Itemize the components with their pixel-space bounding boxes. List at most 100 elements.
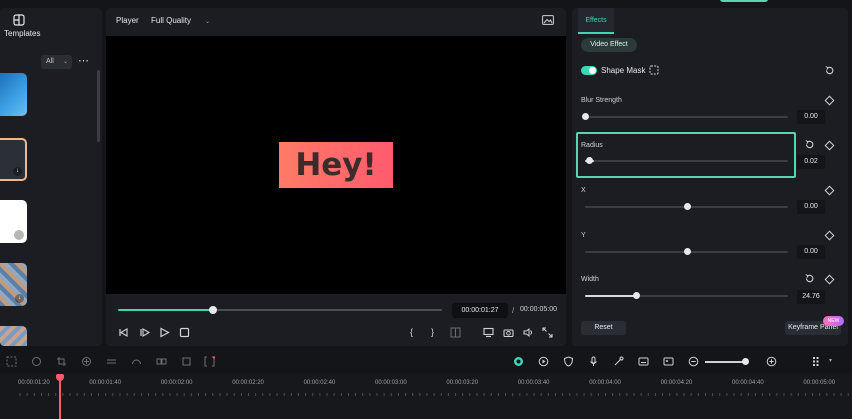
- color-icon[interactable]: [31, 356, 42, 367]
- effect-name: Shape Mask: [601, 66, 646, 75]
- zoom-out-icon[interactable]: [688, 356, 699, 367]
- shape-mask-toggle[interactable]: [581, 66, 597, 75]
- param-label-x: X: [581, 187, 586, 194]
- reset-icon[interactable]: [824, 65, 835, 76]
- detach-icon[interactable]: [156, 356, 167, 367]
- value-radius[interactable]: 0.02: [797, 155, 825, 169]
- export-button[interactable]: [720, 0, 768, 2]
- param-label-blur-strength: Blur Strength: [581, 97, 622, 104]
- current-time[interactable]: 00:00:01:27: [452, 303, 508, 318]
- chevron-down-icon: ⌄: [62, 59, 68, 65]
- snapshot-icon[interactable]: [542, 15, 554, 25]
- play-step-icon[interactable]: [140, 327, 151, 338]
- ruler-label: 00:00:04:20: [660, 380, 693, 386]
- reset-icon[interactable]: [804, 139, 815, 150]
- template-thumbnail[interactable]: [0, 73, 27, 116]
- value-width[interactable]: 24.76: [797, 290, 825, 304]
- marker-icon[interactable]: [204, 356, 215, 367]
- download-icon[interactable]: ↓: [15, 294, 24, 303]
- zoom-slider-track[interactable]: [705, 361, 745, 363]
- video-preview[interactable]: Hey!: [106, 36, 566, 294]
- player-label: Player: [116, 16, 139, 25]
- progress-handle[interactable]: [209, 306, 217, 314]
- template-thumbnail[interactable]: ↓: [0, 263, 27, 306]
- filter-dropdown[interactable]: All ⌄: [41, 55, 72, 69]
- timeline-ruler[interactable]: 00:00:01:20 00:00:01:40 00:00:02:00 00:00:0…: [0, 374, 852, 419]
- scrollbar[interactable]: [97, 70, 100, 142]
- player-panel: Player Full Quality ⌄ Hey! 00:00:01:27 / …: [106, 8, 566, 346]
- fullscreen-icon[interactable]: [542, 327, 553, 338]
- quality-value: Full Quality: [151, 16, 192, 25]
- keyframe-icon[interactable]: [824, 274, 835, 285]
- preview-title-text: Hey!: [295, 147, 377, 183]
- speed-icon[interactable]: [131, 356, 142, 367]
- layout-grid-icon[interactable]: [812, 356, 823, 367]
- prev-frame-icon[interactable]: [118, 327, 129, 338]
- keyframe-icon[interactable]: [824, 140, 835, 151]
- value-blur-strength[interactable]: 0.00: [797, 110, 825, 124]
- stop-icon[interactable]: [179, 327, 190, 338]
- shield-icon[interactable]: [563, 356, 574, 367]
- templates-tab[interactable]: Templates: [0, 8, 102, 42]
- slider-track-blur-strength[interactable]: [585, 116, 788, 118]
- monitor-icon[interactable]: [483, 327, 494, 338]
- add-icon[interactable]: [81, 356, 92, 367]
- render-icon[interactable]: [538, 356, 549, 367]
- keyframe-icon[interactable]: [824, 95, 835, 106]
- template-thumbnail[interactable]: [0, 200, 27, 243]
- ruler-label: 00:00:04:40: [732, 380, 764, 386]
- keyframe-icon[interactable]: [824, 185, 835, 196]
- ruler-label: 00:00:05:00: [803, 380, 836, 386]
- video-effect-chip[interactable]: Video Effect: [581, 38, 637, 52]
- slider-handle-blur-strength[interactable]: [582, 113, 589, 120]
- download-icon[interactable]: ↓: [13, 167, 22, 176]
- progress-played[interactable]: [118, 309, 214, 311]
- reset-icon[interactable]: [804, 273, 815, 284]
- ruler-label: 00:00:01:40: [89, 380, 122, 386]
- chevron-down-icon[interactable]: ▾: [829, 357, 832, 364]
- value-x[interactable]: 0.00: [797, 200, 825, 214]
- template-thumbnail[interactable]: [0, 326, 27, 346]
- audio-edit-icon[interactable]: [613, 356, 624, 367]
- zoom-slider-handle[interactable]: [742, 358, 749, 365]
- slider-handle-x[interactable]: [683, 203, 691, 210]
- mask-shape-icon[interactable]: [649, 65, 659, 75]
- slider-handle-width[interactable]: [632, 292, 640, 299]
- keyframe-icon[interactable]: [824, 230, 835, 241]
- freeze-icon[interactable]: [181, 356, 192, 367]
- zoom-in-icon[interactable]: [766, 356, 777, 367]
- template-thumbnail[interactable]: ↓: [0, 138, 27, 181]
- quality-dropdown[interactable]: Full Quality ⌄: [151, 16, 210, 25]
- preview-title-box[interactable]: Hey!: [279, 142, 393, 188]
- more-icon[interactable]: ⋯: [78, 54, 90, 67]
- ruler-label: 00:00:01:20: [18, 380, 50, 386]
- effects-panel: Effects Video Effect Shape Mask Blur Str…: [572, 8, 848, 346]
- reset-button[interactable]: Reset: [581, 321, 626, 335]
- media-icon[interactable]: [663, 356, 674, 367]
- slider-track-radius[interactable]: [585, 160, 788, 162]
- value-y[interactable]: 0.00: [797, 245, 825, 259]
- volume-icon[interactable]: [523, 327, 534, 338]
- track-icon[interactable]: [106, 356, 117, 367]
- subtitle-icon[interactable]: [638, 356, 649, 367]
- param-label-y: Y: [581, 232, 586, 239]
- crop-icon[interactable]: [56, 356, 67, 367]
- snap-icon[interactable]: [513, 356, 524, 367]
- param-label-radius: Radius: [581, 142, 603, 149]
- toggle-knob: [589, 67, 596, 74]
- select-icon[interactable]: [6, 356, 17, 367]
- slider-handle-radius[interactable]: [586, 157, 594, 164]
- camera-icon[interactable]: [503, 327, 514, 338]
- total-time: 00:00:05:00: [520, 306, 557, 313]
- slider-handle-y[interactable]: [683, 248, 691, 255]
- slider-fill-width: [585, 295, 634, 297]
- tab-effects[interactable]: Effects: [578, 8, 614, 34]
- mark-in-button[interactable]: {: [410, 327, 413, 337]
- mark-out-button[interactable]: }: [431, 327, 434, 337]
- microphone-icon[interactable]: [588, 356, 599, 367]
- play-icon[interactable]: [159, 327, 170, 338]
- chevron-down-icon: ⌄: [205, 19, 211, 25]
- progress-remaining[interactable]: [214, 309, 442, 311]
- templates-tab-label: Templates: [4, 29, 41, 38]
- split-icon[interactable]: [450, 327, 461, 338]
